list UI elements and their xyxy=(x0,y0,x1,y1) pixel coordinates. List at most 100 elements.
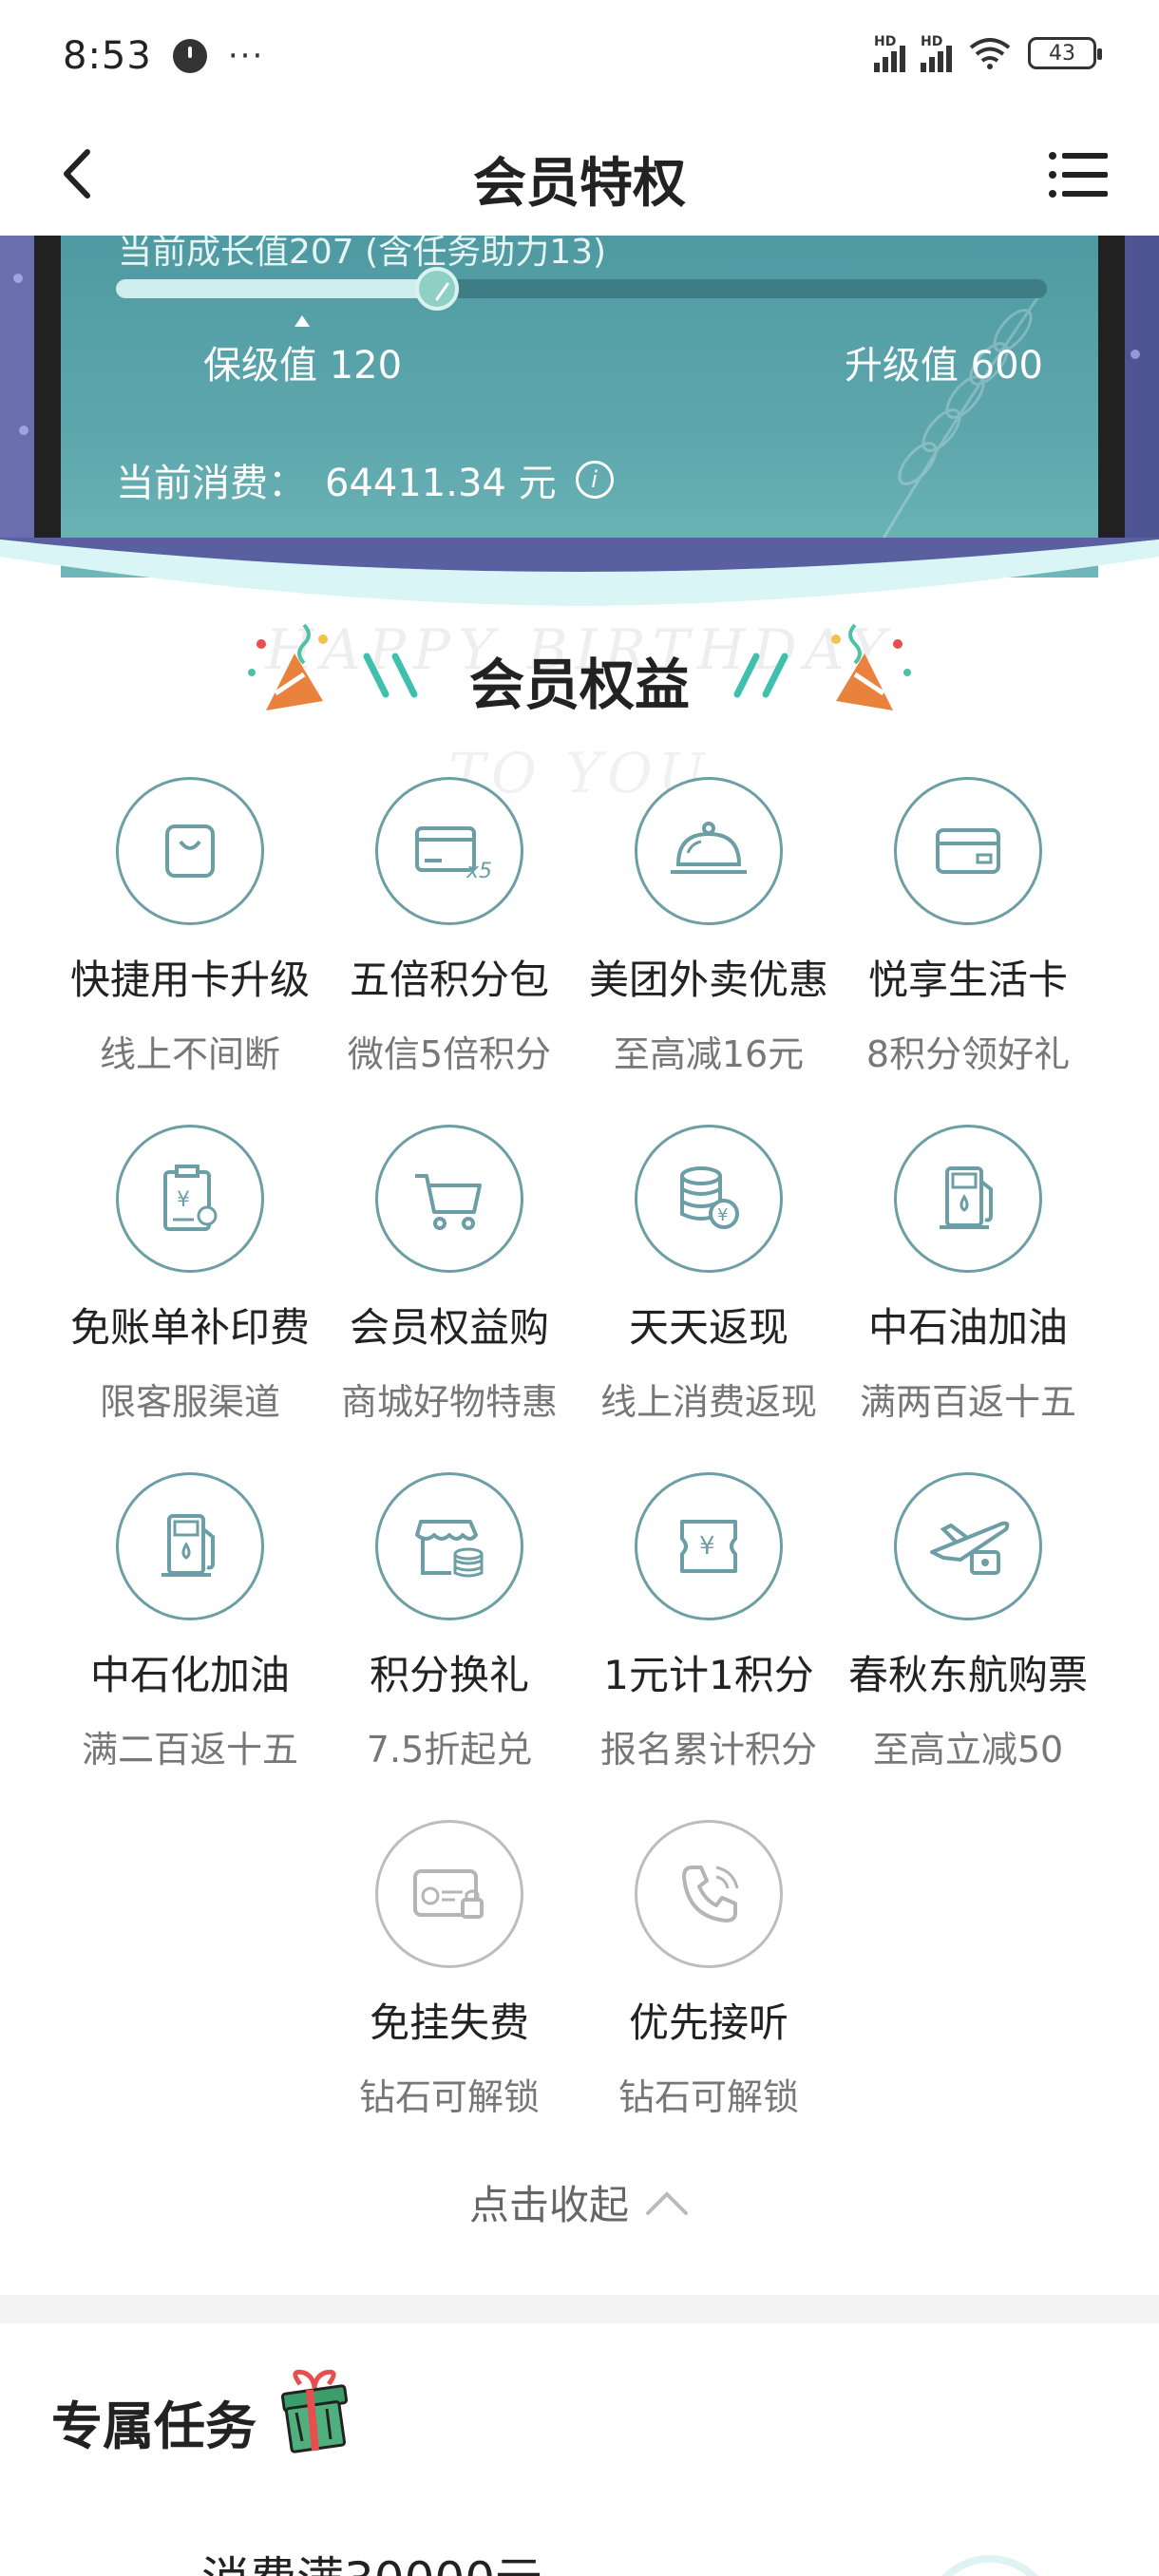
title-bar: 会员特权 xyxy=(0,112,1159,236)
benefit-icon-circle xyxy=(635,1820,783,1968)
benefit-name: 快捷用卡升级 xyxy=(69,957,310,1003)
benefit-icon-circle: ¥ xyxy=(116,1125,264,1273)
benefits-header: HAPPY BIRTHDAY TO YOU 会员权益 xyxy=(0,608,1159,805)
collapse-button[interactable]: 点击收起 xyxy=(0,2173,1159,2231)
benefit-icon-circle xyxy=(375,1125,523,1273)
party-popper-icon-right xyxy=(831,623,911,710)
benefit-item[interactable]: 快捷用卡升级 线上不间断 xyxy=(61,777,319,1077)
benefit-icon-circle xyxy=(375,1472,523,1620)
gift-icon xyxy=(280,2369,349,2453)
benefit-icon-circle xyxy=(116,1472,264,1620)
benefit-sub: 满二百返十五 xyxy=(81,1729,298,1771)
clock-icon xyxy=(172,39,207,73)
benefit-icon-circle xyxy=(894,1125,1042,1273)
benefit-item-locked[interactable]: 免挂失费 钻石可解锁 xyxy=(320,1820,579,2120)
card-x5-icon: x5 xyxy=(415,826,492,883)
bag-icon xyxy=(165,824,215,878)
upgrade-level-label: 升级值 600 xyxy=(844,344,1043,388)
bill-icon: ¥ xyxy=(163,1165,218,1231)
benefit-icon-circle xyxy=(635,777,783,925)
info-icon[interactable]: i xyxy=(575,461,614,499)
benefit-name: 积分换礼 xyxy=(369,1652,529,1698)
benefit-item[interactable]: ¥ 天天返现 线上消费返现 xyxy=(580,1125,838,1425)
wheat-decoration-icon xyxy=(859,292,1043,578)
svg-text:¥: ¥ xyxy=(699,1532,715,1561)
card-lock-icon xyxy=(413,1869,484,1919)
status-right: HD HD 43 xyxy=(874,34,1102,72)
growth-progress-fill xyxy=(116,279,438,298)
benefit-icon-circle: ¥ xyxy=(635,1125,783,1273)
benefit-sub: 限客服渠道 xyxy=(99,1381,280,1423)
benefit-sub: 7.5折起兑 xyxy=(366,1729,533,1771)
status-time: 8:53 xyxy=(63,34,152,78)
section-divider xyxy=(0,2295,1159,2323)
fuel-pump-icon xyxy=(940,1166,993,1229)
benefit-item[interactable]: 积分换礼 7.5折起兑 xyxy=(320,1472,579,1772)
benefit-icon-circle xyxy=(375,1820,523,1968)
benefit-item[interactable]: 中石油加油 满两百返十五 xyxy=(839,1125,1097,1425)
benefit-name: 中石油加油 xyxy=(867,1304,1068,1351)
phone-icon xyxy=(682,1866,739,1923)
benefit-item[interactable]: 美团外卖优惠 至高减16元 xyxy=(580,777,838,1077)
collapse-label: 点击收起 xyxy=(468,2182,629,2228)
benefit-item-locked[interactable]: 优先接听 钻石可解锁 xyxy=(580,1820,838,2120)
tasks-title: 专属任务 xyxy=(51,2396,256,2456)
benefit-name: 美团外卖优惠 xyxy=(588,957,828,1003)
signal-icon-2: HD xyxy=(921,34,952,72)
svg-text:¥: ¥ xyxy=(177,1188,190,1212)
benefit-sub: 钻石可解锁 xyxy=(618,2076,799,2118)
benefit-sub: 报名累计积分 xyxy=(599,1729,817,1771)
benefit-icon-circle: ¥ xyxy=(635,1472,783,1620)
svg-text:¥: ¥ xyxy=(717,1205,728,1225)
benefit-item[interactable]: ¥ 1元计1积分 报名累计积分 xyxy=(580,1472,838,1772)
benefit-sub: 钻石可解锁 xyxy=(358,2076,540,2118)
benefit-icon-circle xyxy=(894,1472,1042,1620)
benefit-sub: 商城好物特惠 xyxy=(340,1381,558,1423)
benefit-name: 五倍积分包 xyxy=(349,957,549,1003)
hd-label: HD xyxy=(874,34,897,49)
benefit-name: 天天返现 xyxy=(628,1304,788,1351)
coin-stack-icon: ¥ xyxy=(680,1166,739,1229)
cart-icon xyxy=(415,1174,482,1230)
benefit-item[interactable]: x5 五倍积分包 微信5倍积分 xyxy=(320,777,579,1077)
member-card: 当前成长值207 (含任务助力13) 保级值 120 升级值 600 当前消费：… xyxy=(61,236,1098,578)
status-left: 8:53 ··· xyxy=(63,34,264,78)
benefit-item[interactable]: 悦享生活卡 8积分领好礼 xyxy=(839,777,1097,1077)
benefit-name: 免挂失费 xyxy=(369,1999,529,2046)
more-dots-icon: ··· xyxy=(227,37,265,75)
benefit-sub: 满两百返十五 xyxy=(859,1381,1076,1423)
benefit-name: 会员权益购 xyxy=(349,1304,549,1351)
benefits-title: 会员权益 xyxy=(468,653,690,717)
benefit-name: 1元计1积分 xyxy=(603,1652,814,1698)
benefit-item[interactable]: 会员权益购 商城好物特惠 xyxy=(320,1125,579,1425)
benefit-icon-circle: x5 xyxy=(375,777,523,925)
keep-level-label: 保级值 120 xyxy=(203,344,403,388)
benefit-icon-circle xyxy=(894,777,1042,925)
svg-text:x5: x5 xyxy=(466,860,492,883)
benefit-name: 免账单补印费 xyxy=(69,1304,310,1351)
plane-icon xyxy=(930,1521,1010,1575)
spend-value: 64411.34 元 xyxy=(325,462,557,505)
chevron-up-icon xyxy=(646,2190,688,2215)
benefit-item[interactable]: 春秋东航购票 至高立减50 xyxy=(839,1472,1097,1772)
benefit-sub: 8积分领好礼 xyxy=(865,1033,1071,1075)
benefit-name: 中石化加油 xyxy=(89,1652,290,1698)
progress-knob-icon xyxy=(415,267,460,311)
decor-slash-icon-right xyxy=(733,653,788,698)
spend-label: 当前消费： xyxy=(116,462,306,505)
benefit-sub: 线上消费返现 xyxy=(599,1381,817,1423)
menu-icon[interactable] xyxy=(1049,150,1110,199)
benefit-sub: 至高减16元 xyxy=(613,1033,805,1075)
benefit-sub: 微信5倍积分 xyxy=(347,1033,552,1075)
benefit-item[interactable]: ¥ 免账单补印费 限客服渠道 xyxy=(61,1125,319,1425)
benefit-icon-circle xyxy=(116,777,264,925)
wallet-card-icon xyxy=(936,828,1000,874)
battery-icon: 43 xyxy=(1028,37,1102,69)
shop-coins-icon xyxy=(415,1520,484,1578)
benefit-item[interactable]: 中石化加油 满二百返十五 xyxy=(61,1472,319,1772)
growth-progress-bar xyxy=(116,267,1047,311)
benefit-sub: 线上不间断 xyxy=(99,1033,280,1075)
wifi-icon xyxy=(969,38,1011,69)
ticket-yen-icon: ¥ xyxy=(680,1520,737,1573)
benefit-sub: 至高立减50 xyxy=(872,1729,1064,1771)
